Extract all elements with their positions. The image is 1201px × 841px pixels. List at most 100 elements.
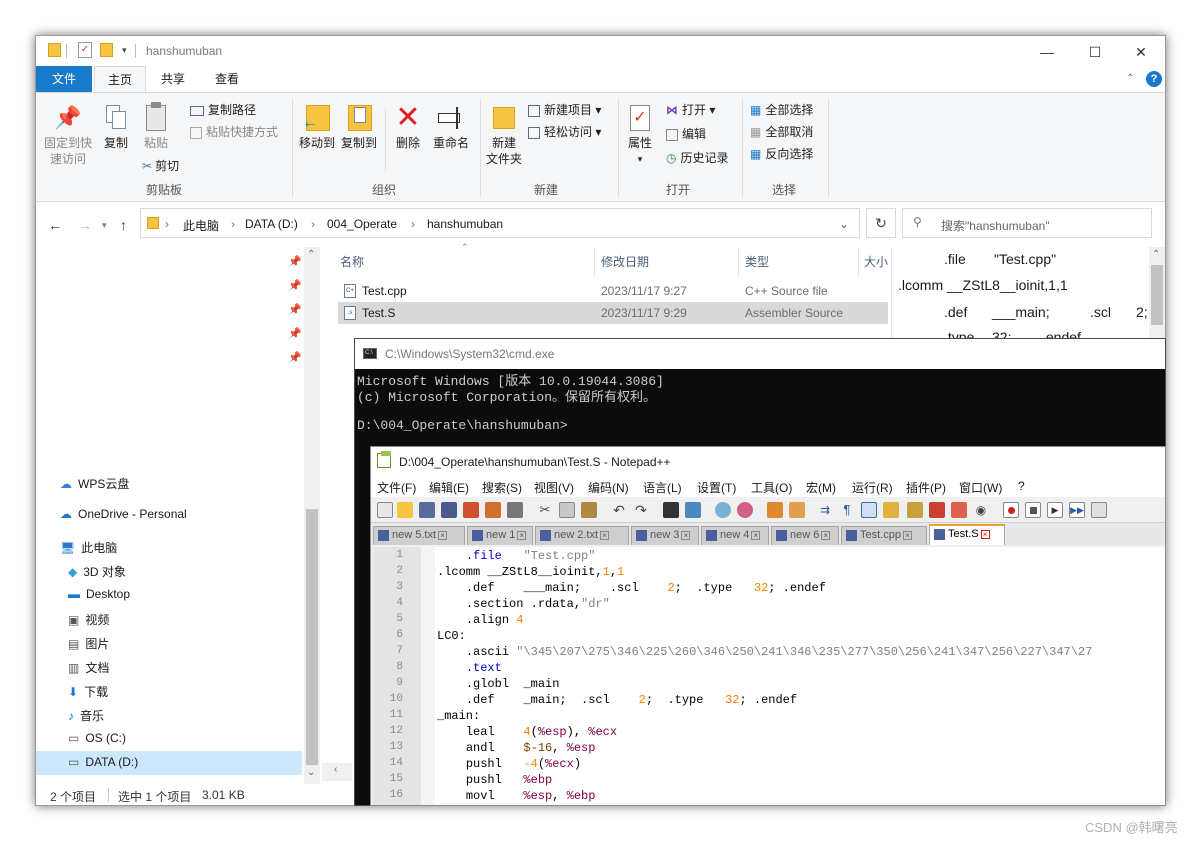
menu-language[interactable]: 语言(L) (643, 479, 682, 496)
undo-icon[interactable]: ↶ (611, 502, 627, 518)
column-name[interactable]: 名称 (340, 247, 364, 277)
nav-data-d[interactable]: ▭ DATA (D:) (68, 755, 138, 769)
new-item-button[interactable]: 新建项目 ▾ (528, 101, 601, 118)
maximize-button[interactable]: ☐ (1072, 40, 1118, 64)
cut-icon[interactable]: ✂ (537, 502, 553, 518)
nav-videos[interactable]: ▣ 视频 (68, 611, 109, 628)
close-tab-icon[interactable]: × (681, 530, 691, 540)
cmd-prompt[interactable]: D:\004_Operate\hanshumuban> (357, 418, 568, 433)
up-arrow-icon[interactable]: ↑ (120, 217, 127, 233)
menu-run[interactable]: 运行(R) (852, 479, 893, 496)
nav-downloads[interactable]: ⬇ 下载 (68, 683, 108, 700)
column-separator[interactable] (594, 247, 595, 277)
easy-access-button[interactable]: 轻松访问 ▾ (528, 123, 601, 140)
open-file-icon[interactable] (397, 502, 413, 518)
word-wrap-icon[interactable]: ⇉ (817, 502, 833, 518)
show-all-chars-icon[interactable]: ¶ (839, 502, 855, 518)
scroll-thumb[interactable] (1151, 265, 1163, 325)
pin-icon[interactable]: 📌 (288, 351, 302, 364)
menu-plugins[interactable]: 插件(P) (906, 479, 946, 496)
address-box[interactable]: › 此电脑 › DATA (D:) › 004_Operate › hanshu… (140, 208, 860, 238)
scroll-left-icon[interactable]: ‹ (334, 764, 337, 775)
copy-path-button[interactable]: 复制路径 (190, 101, 256, 118)
tab-file[interactable]: 文件 (36, 66, 92, 92)
nav-scrollbar[interactable]: ⌃ ⌄ (304, 247, 320, 784)
code-editor[interactable]: 1 2 3 4 5 6 7 8 9 10 11 12 13 14 15 16 .file "Test.cpp"… (373, 547, 1165, 805)
column-date[interactable]: 修改日期 (601, 247, 649, 277)
pin-icon[interactable]: 📌 (288, 303, 302, 316)
properties-icon[interactable]: ✓ (78, 42, 92, 58)
tab-new1[interactable]: new 1 × (467, 526, 533, 545)
move-to-button[interactable]: ← 移动到 (296, 101, 338, 151)
scroll-thumb[interactable] (306, 509, 318, 765)
minimize-button[interactable]: — (1024, 40, 1070, 64)
column-separator[interactable] (858, 247, 859, 277)
save-all-icon[interactable] (441, 502, 457, 518)
function-list-icon[interactable] (929, 502, 945, 518)
file-row-selected[interactable]: .s Test.S 2023/11/17 9:29 Assembler Sour… (338, 302, 888, 324)
tab-share[interactable]: 共享 (148, 66, 198, 92)
close-tab-icon[interactable]: × (980, 529, 990, 539)
tab-new3[interactable]: new 3 × (631, 526, 699, 545)
menu-encoding[interactable]: 编码(N) (588, 479, 629, 496)
zoom-in-icon[interactable] (715, 502, 731, 518)
crumb-hanshumuban[interactable]: hanshumuban (427, 217, 503, 231)
invert-select-button[interactable]: ▦ 反向选择 (750, 145, 813, 162)
search-input[interactable]: ⚲ 搜索"hanshumuban" (902, 208, 1152, 238)
new-file-icon[interactable] (377, 502, 393, 518)
nav-desktop[interactable]: ▬ Desktop (68, 587, 130, 601)
stop-macro-icon[interactable] (1025, 502, 1041, 518)
menu-macro[interactable]: 宏(M) (806, 479, 836, 496)
scroll-up-icon[interactable]: ⌃ (1152, 249, 1160, 260)
delete-button[interactable]: ✕ 删除 (390, 101, 426, 151)
menu-edit[interactable]: 编辑(E) (429, 479, 469, 496)
nav-wps-cloud[interactable]: ☁ WPS云盘 (60, 475, 129, 492)
save-macro-icon[interactable] (1091, 502, 1107, 518)
tab-view[interactable]: 查看 (202, 66, 252, 92)
crumb-data-d[interactable]: DATA (D:) (245, 217, 298, 231)
new-folder-button[interactable]: 新建 文件夹 (484, 101, 524, 167)
chevron-right-icon[interactable]: › (231, 217, 235, 231)
edit-button[interactable]: 编辑 (666, 125, 706, 142)
doc-map-icon[interactable] (907, 502, 923, 518)
pin-icon[interactable]: 📌 (288, 279, 302, 292)
print-icon[interactable] (507, 502, 523, 518)
pin-icon[interactable]: 📌 (288, 327, 302, 340)
crumb-004-operate[interactable]: 004_Operate (327, 217, 397, 231)
save-icon[interactable] (419, 502, 435, 518)
paste-shortcut-button[interactable]: 粘贴快捷方式 (190, 123, 278, 140)
select-all-button[interactable]: ▦ 全部选择 (750, 101, 813, 118)
find-icon[interactable] (663, 502, 679, 518)
back-arrow-icon[interactable]: ← (48, 217, 62, 233)
play-macro-icon[interactable]: ▶ (1047, 502, 1063, 518)
udl-icon[interactable] (883, 502, 899, 518)
nav-pictures[interactable]: ▤ 图片 (68, 635, 109, 652)
close-all-icon[interactable] (485, 502, 501, 518)
address-dropdown-icon[interactable]: ⌄ (839, 217, 849, 231)
menu-file[interactable]: 文件(F) (377, 479, 416, 496)
paste-button[interactable]: 粘贴 (138, 101, 174, 151)
menu-view[interactable]: 视图(V) (534, 479, 574, 496)
refresh-icon[interactable]: ↻ (866, 208, 896, 238)
recent-dropdown-icon[interactable]: ▾ (102, 220, 107, 231)
nav-music[interactable]: ♪ 音乐 (68, 707, 104, 724)
properties-button[interactable]: ✓ 属性 ▾ (622, 101, 658, 167)
close-tab-icon[interactable]: × (821, 530, 831, 540)
menu-tools[interactable]: 工具(O) (751, 479, 792, 496)
scroll-up-icon[interactable]: ⌃ (307, 249, 315, 260)
paste-icon[interactable] (581, 502, 597, 518)
nav-3d-objects[interactable]: ◆ 3D 对象 (68, 563, 126, 580)
cut-button[interactable]: ✂ 剪切 (142, 157, 179, 174)
column-type[interactable]: 类型 (745, 247, 769, 277)
folder-workspace-icon[interactable] (951, 502, 967, 518)
new-folder-icon[interactable] (100, 43, 113, 57)
tab-new5[interactable]: new 5.txt × (373, 526, 465, 545)
quick-access-dropdown-icon[interactable]: ▾ (122, 45, 127, 56)
sync-vertical-icon[interactable] (767, 502, 783, 518)
pin-icon[interactable]: 📌 (288, 255, 302, 268)
horizontal-scrollbar[interactable]: ‹ (322, 763, 352, 781)
replace-icon[interactable] (685, 502, 701, 518)
tab-test-s[interactable]: Test.S × (929, 524, 1005, 545)
scroll-down-icon[interactable]: ⌄ (307, 767, 315, 778)
menu-search[interactable]: 搜索(S) (482, 479, 522, 496)
